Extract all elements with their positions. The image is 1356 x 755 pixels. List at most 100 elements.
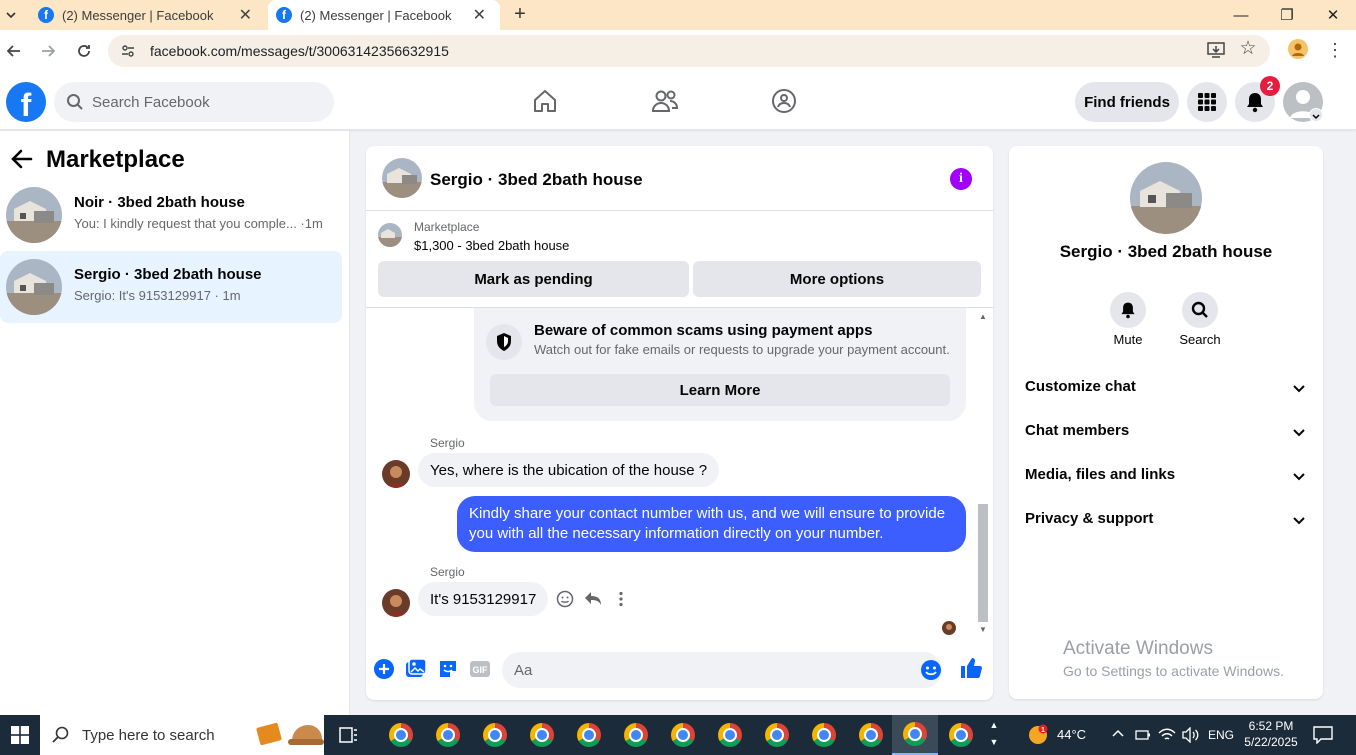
browser-tab-1[interactable]: f (2) Messenger | Facebook ✕ xyxy=(26,0,266,30)
groups-nav-icon[interactable] xyxy=(769,86,799,116)
react-emoji-icon[interactable] xyxy=(555,589,575,609)
chrome-taskbar-icon[interactable] xyxy=(613,715,659,755)
site-info-icon[interactable] xyxy=(120,43,136,59)
learn-more-button[interactable]: Learn More xyxy=(490,374,950,406)
tab-list-dropdown-icon[interactable] xyxy=(4,8,18,22)
clock[interactable]: 6:52 PM 5/22/2025 xyxy=(1240,718,1302,750)
mute-label: Mute xyxy=(1113,332,1143,347)
chat-details-panel: Sergio · 3bed 2bath house Mute Search Cu… xyxy=(1009,146,1323,699)
contact-avatar[interactable] xyxy=(1130,162,1202,234)
weather-icon[interactable]: 1 xyxy=(1027,724,1049,746)
mute-action[interactable]: Mute xyxy=(1098,292,1158,347)
reload-icon[interactable] xyxy=(72,39,96,63)
battery-icon[interactable] xyxy=(1135,728,1151,742)
bookmark-star-icon[interactable]: ☆ xyxy=(1238,39,1258,59)
conversation-name: Sergio · 3bed 2bath house xyxy=(74,266,262,283)
reply-icon[interactable] xyxy=(583,589,603,609)
search-input[interactable] xyxy=(92,93,312,111)
chat-members-section[interactable]: Chat members xyxy=(1009,412,1323,452)
shield-icon xyxy=(486,324,522,360)
plus-circle-icon[interactable] xyxy=(373,658,395,680)
language-indicator[interactable]: ENG xyxy=(1208,728,1234,742)
taskbar-search[interactable] xyxy=(40,715,324,755)
install-app-icon[interactable] xyxy=(1206,40,1226,60)
gif-icon[interactable]: GIF xyxy=(469,658,491,680)
home-nav-icon[interactable] xyxy=(530,86,560,116)
scrollbar-thumb[interactable] xyxy=(978,504,988,622)
scroll-down-icon[interactable]: ▼ xyxy=(977,624,989,634)
sticker-icon[interactable] xyxy=(437,658,459,680)
browser-menu-icon[interactable]: ⋮ xyxy=(1326,39,1344,61)
temperature-text[interactable]: 44°C xyxy=(1057,727,1086,742)
facebook-favicon-icon: f xyxy=(276,7,292,23)
back-arrow-icon[interactable] xyxy=(10,147,34,171)
account-chevron-icon[interactable] xyxy=(1309,108,1323,122)
info-icon[interactable]: i xyxy=(950,168,972,190)
chrome-taskbar-icon[interactable] xyxy=(472,715,518,755)
chrome-taskbar-icon[interactable] xyxy=(707,715,753,755)
taskbar-search-input[interactable] xyxy=(82,726,252,744)
tray-chevron-icon[interactable] xyxy=(1111,727,1125,741)
address-bar[interactable]: facebook.com/messages/t/3006314235663291… xyxy=(108,35,1270,67)
photo-icon[interactable] xyxy=(405,658,427,680)
maximize-icon[interactable]: ❐ xyxy=(1264,0,1310,30)
forward-icon[interactable] xyxy=(36,39,60,63)
emoji-icon[interactable] xyxy=(920,659,942,681)
menu-grid-button[interactable] xyxy=(1187,82,1227,122)
wifi-icon[interactable] xyxy=(1158,727,1176,743)
find-friends-button[interactable]: Find friends xyxy=(1075,82,1179,122)
chrome-taskbar-icon[interactable] xyxy=(938,715,984,755)
volume-icon[interactable] xyxy=(1182,726,1200,744)
conversation-item-sergio[interactable]: Sergio · 3bed 2bath house Sergio: It's 9… xyxy=(0,251,342,323)
conversation-item-noir[interactable]: Noir · 3bed 2bath house You: I kindly re… xyxy=(0,179,342,251)
chevron-down-icon xyxy=(1293,473,1305,481)
chrome-taskbar-icon[interactable] xyxy=(425,715,471,755)
facebook-search[interactable] xyxy=(54,82,334,122)
thumbs-up-icon[interactable] xyxy=(959,656,983,680)
bell-icon[interactable] xyxy=(1110,292,1146,328)
customize-chat-section[interactable]: Customize chat xyxy=(1009,368,1323,408)
chat-title[interactable]: Sergio · 3bed 2bath house xyxy=(430,170,643,190)
task-view-icon[interactable] xyxy=(326,715,372,755)
close-tab-icon[interactable]: ✕ xyxy=(473,5,486,25)
chat-panel: Sergio · 3bed 2bath house i Marketplace … xyxy=(366,146,993,700)
chrome-taskbar-icon[interactable] xyxy=(754,715,800,755)
more-options-button[interactable]: More options xyxy=(693,261,981,297)
message-input-box[interactable] xyxy=(502,652,942,688)
section-title: Chat members xyxy=(1025,422,1130,439)
privacy-support-section[interactable]: Privacy & support xyxy=(1009,500,1323,540)
chat-avatar[interactable] xyxy=(382,158,422,198)
back-icon[interactable] xyxy=(2,39,26,63)
sender-avatar[interactable] xyxy=(382,460,410,488)
sender-avatar[interactable] xyxy=(382,589,410,617)
chevron-down-icon xyxy=(1293,429,1305,437)
clock-time: 6:52 PM xyxy=(1248,719,1294,733)
message-input[interactable] xyxy=(514,661,894,679)
browser-tab-2[interactable]: f (2) Messenger | Facebook ✕ xyxy=(268,0,500,30)
new-tab-icon[interactable]: + xyxy=(510,4,530,24)
friends-nav-icon[interactable] xyxy=(650,86,680,116)
chrome-taskbar-icon[interactable] xyxy=(660,715,706,755)
more-actions-icon[interactable] xyxy=(611,589,631,609)
close-window-icon[interactable]: ✕ xyxy=(1310,0,1356,30)
notification-center-icon[interactable] xyxy=(1313,726,1333,745)
chrome-taskbar-icon[interactable] xyxy=(801,715,847,755)
listing-price-title[interactable]: $1,300 - 3bed 2bath house xyxy=(414,238,569,253)
browser-tab-strip: f (2) Messenger | Facebook ✕ f (2) Messe… xyxy=(0,0,1356,30)
chrome-taskbar-icon[interactable] xyxy=(378,715,424,755)
minimize-icon[interactable]: — xyxy=(1218,0,1264,30)
search-icon[interactable] xyxy=(1182,292,1218,328)
media-files-links-section[interactable]: Media, files and links xyxy=(1009,456,1323,496)
chrome-taskbar-icon-active[interactable] xyxy=(892,715,938,755)
scroll-up-icon[interactable]: ▲ xyxy=(977,311,989,321)
search-action[interactable]: Search xyxy=(1170,292,1230,347)
profile-avatar-icon[interactable] xyxy=(1288,39,1308,59)
windows-start-icon[interactable] xyxy=(0,715,40,755)
taskbar-scroll-arrows[interactable]: ▲ ▼ xyxy=(988,717,1000,753)
chrome-taskbar-icon[interactable] xyxy=(519,715,565,755)
close-tab-icon[interactable]: ✕ xyxy=(239,5,252,25)
facebook-logo[interactable]: f xyxy=(6,82,46,122)
mark-as-pending-button[interactable]: Mark as pending xyxy=(378,261,689,297)
chrome-taskbar-icon[interactable] xyxy=(848,715,894,755)
chrome-taskbar-icon[interactable] xyxy=(566,715,612,755)
